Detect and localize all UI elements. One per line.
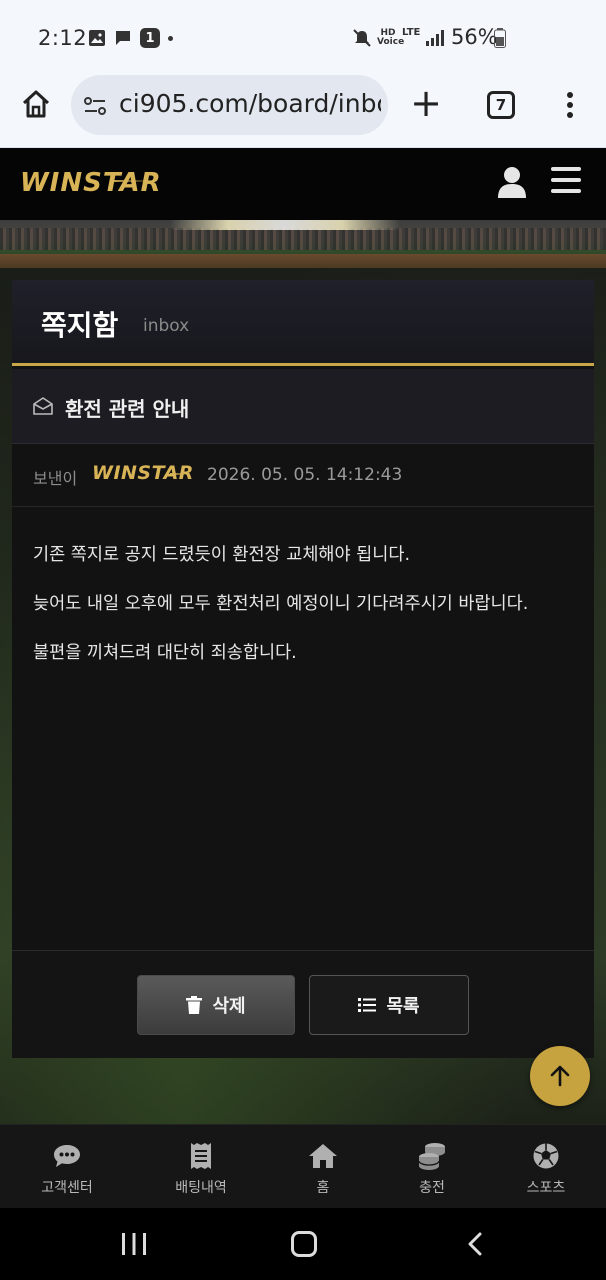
- site-settings-icon[interactable]: [83, 95, 107, 117]
- arrow-up-icon: [550, 1065, 570, 1087]
- receipt-icon: [191, 1143, 211, 1169]
- battery-percent: 56%: [451, 25, 498, 49]
- battery-icon: [494, 28, 506, 48]
- nav-item-betting-history[interactable]: 배팅내역: [151, 1141, 251, 1197]
- site-header: WINSTAR: [0, 148, 606, 220]
- envelope-open-icon: [33, 397, 53, 415]
- nav-label: 배팅내역: [175, 1180, 227, 1196]
- inbox-panel: 쪽지함 inbox 환전 관련 안내 보낸이 WINSTAR 2026. 05.…: [12, 280, 594, 1058]
- system-navigation-bar: [0, 1208, 606, 1280]
- home-icon: [309, 1144, 337, 1168]
- back-icon[interactable]: [465, 1232, 485, 1256]
- more-notifications-dot: [168, 35, 173, 41]
- sender-label: 보낸이: [33, 469, 78, 488]
- nav-item-home[interactable]: 홈: [273, 1141, 373, 1197]
- message-subject-row: 환전 관련 안내: [12, 369, 594, 444]
- home-icon[interactable]: [20, 88, 52, 120]
- message-icon: [116, 31, 130, 45]
- site-logo[interactable]: WINSTAR: [20, 168, 162, 198]
- notification-icons: 1: [88, 28, 173, 48]
- system-home-button[interactable]: [291, 1231, 317, 1257]
- url-text[interactable]: ci905.com/board/inbo: [119, 89, 381, 118]
- message-line: 불편을 끼쳐드려 대단히 죄송합니다.: [33, 643, 297, 663]
- message-subject: 환전 관련 안내: [65, 397, 190, 421]
- nav-item-sports[interactable]: 스포츠: [496, 1141, 596, 1197]
- browser-toolbar: ci905.com/board/inbo + 7: [0, 72, 606, 148]
- web-page: WINSTAR 쪽지함 inbox 환전 관련 안내 보낸이 WINSTAR 2…: [0, 148, 606, 1208]
- notification-badge: 1: [140, 28, 160, 48]
- sender-logo-streak: [170, 473, 190, 475]
- address-bar[interactable]: ci905.com/board/inbo: [71, 75, 388, 135]
- more-options-icon[interactable]: [563, 90, 577, 120]
- hd-voice-icon: HD Voice: [377, 28, 405, 47]
- message-date: 2026. 05. 05. 14:12:43: [207, 465, 403, 485]
- page-subtitle: inbox: [143, 316, 190, 336]
- panel-header: 쪽지함 inbox: [12, 280, 594, 366]
- status-bar: 2:12 1 HD Voice LTE 56%: [0, 0, 606, 72]
- page-title: 쪽지함: [41, 309, 119, 342]
- message-line: 늦어도 내일 오후에 모두 환전처리 예정이니 기다려주시기 바랍니다.: [33, 594, 529, 614]
- tab-switcher-button[interactable]: 7: [487, 91, 515, 119]
- banner-lights: [170, 220, 400, 230]
- panel-footer: 삭제 목록: [12, 950, 594, 1058]
- list-button[interactable]: 목록: [309, 975, 469, 1035]
- nav-label: 고객센터: [41, 1180, 93, 1196]
- nav-label: 홈: [316, 1180, 330, 1196]
- banner-field: [0, 254, 606, 268]
- banner-crowd: [0, 228, 606, 250]
- list-icon: [358, 998, 377, 1012]
- new-tab-button[interactable]: +: [410, 84, 442, 122]
- chat-bubble-icon: [54, 1145, 80, 1167]
- coins-icon: [418, 1143, 445, 1170]
- recent-apps-icon[interactable]: [121, 1233, 147, 1255]
- gallery-icon: [89, 30, 105, 46]
- delete-label: 삭제: [212, 996, 246, 1017]
- message-body: 기존 쪽지로 공지 드렸듯이 환전장 교체해야 됩니다. 늦어도 내일 오후에 …: [33, 544, 583, 691]
- stadium-banner: [0, 220, 606, 268]
- signal-icon: [426, 30, 444, 46]
- logo-streak: [110, 180, 154, 182]
- list-label: 목록: [386, 996, 420, 1017]
- soccer-ball-icon: [533, 1143, 559, 1169]
- trash-icon: [186, 996, 203, 1014]
- user-icon[interactable]: [498, 166, 526, 198]
- nav-label: 스포츠: [526, 1180, 566, 1196]
- mute-icon: [353, 29, 371, 47]
- delete-button[interactable]: 삭제: [137, 975, 295, 1035]
- clock: 2:12: [38, 26, 88, 50]
- nav-label: 충전: [419, 1180, 445, 1196]
- message-meta: 보낸이 WINSTAR 2026. 05. 05. 14:12:43: [12, 445, 594, 507]
- lte-icon: LTE: [402, 27, 421, 38]
- nav-item-deposit[interactable]: 충전: [382, 1141, 482, 1197]
- bottom-navigation: 고객센터 배팅내역 홈 충전 스포츠: [0, 1124, 606, 1208]
- scroll-to-top-button[interactable]: [530, 1046, 590, 1106]
- message-line: 기존 쪽지로 공지 드렸듯이 환전장 교체해야 됩니다.: [33, 545, 411, 565]
- nav-item-customer-center[interactable]: 고객센터: [17, 1141, 117, 1197]
- hamburger-menu-icon[interactable]: [551, 167, 581, 193]
